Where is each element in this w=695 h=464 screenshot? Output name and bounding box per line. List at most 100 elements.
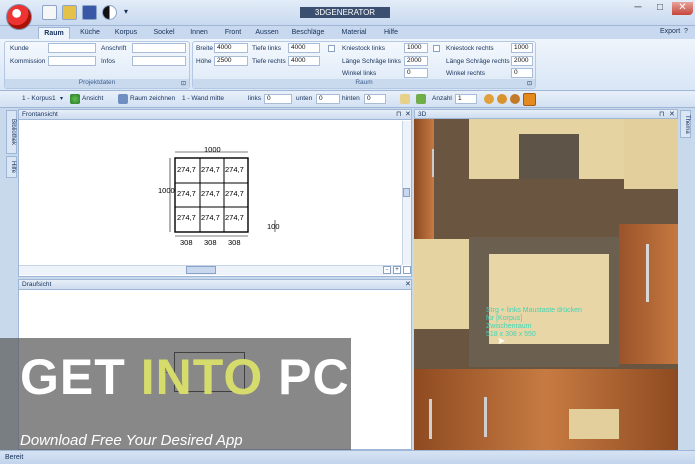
infos-label: Infos — [101, 58, 116, 65]
tab-sockel[interactable]: Sockel — [146, 27, 182, 39]
tab-aussen[interactable]: Aussen — [250, 27, 284, 39]
cell-dimension: 274,7 — [201, 165, 220, 174]
save-icon[interactable] — [82, 5, 97, 20]
kunde-label: Kunde — [10, 45, 29, 52]
kunde-field[interactable] — [48, 43, 96, 53]
cabinet-back-panel — [624, 119, 678, 189]
view3d-canvas[interactable]: Strg + links Maustaste drücken für [Korp… — [414, 119, 678, 450]
export-menu[interactable]: Export — [660, 28, 680, 35]
view3d-close-icon[interactable]: ✕ — [669, 110, 675, 118]
wand-select[interactable]: 1 - Wand mitte — [182, 95, 224, 102]
winkel-links-label: Winkel links — [342, 70, 377, 77]
kniestock-rechts-checkbox[interactable] — [433, 45, 440, 52]
app-menu-button[interactable] — [6, 4, 32, 30]
sidetab-hilfe[interactable]: Hilfe — [6, 156, 17, 178]
kommission-field[interactable] — [48, 56, 96, 66]
breite-field[interactable]: 4000 — [214, 43, 248, 53]
unten-field[interactable]: 0 — [316, 94, 340, 104]
help-icon[interactable]: ? — [684, 28, 688, 35]
sidetab-bibliothek[interactable]: Bibliothek — [6, 110, 17, 154]
zoom-in-icon[interactable]: + — [393, 266, 401, 274]
winkel-rechts-field[interactable]: 0 — [511, 68, 533, 78]
cell-dimension: 274,7 — [177, 189, 196, 198]
laenge-schraege-rechts-field[interactable]: 2000 — [511, 56, 533, 66]
raum-zeichnen-button[interactable]: Raum zeichnen — [130, 95, 175, 102]
tooltip-line: Zwischenraum — [486, 323, 532, 330]
maximize-button[interactable]: □ — [650, 2, 670, 15]
bottom-dimension: 308 — [204, 238, 217, 247]
cell-dimension: 274,7 — [225, 213, 244, 222]
tooltip-line: für [Korpus] — [486, 315, 523, 322]
hinten-field[interactable]: 0 — [364, 94, 386, 104]
cell-dimension: 274,7 — [225, 165, 244, 174]
hoehe-label: Höhe — [196, 58, 212, 65]
korpus-select[interactable]: 1 - Korpus1 — [22, 95, 56, 102]
yin-yang-icon[interactable] — [102, 5, 117, 20]
material-icon-1[interactable] — [484, 94, 494, 104]
anschrift-field[interactable] — [132, 43, 186, 53]
dialog-launcher-icon[interactable]: ⊡ — [181, 80, 186, 87]
grid-icon[interactable] — [400, 94, 410, 104]
draufsicht-close-icon[interactable]: ✕ — [405, 280, 411, 288]
korpus-dropdown-icon[interactable]: ▾ — [60, 95, 63, 102]
infos-field[interactable] — [132, 56, 186, 66]
ansicht-button[interactable]: Ansicht — [82, 95, 103, 102]
quick-access-dropdown-icon[interactable]: ▾ — [124, 7, 128, 16]
draufsicht-title: Draufsicht — [19, 280, 411, 290]
open-folder-icon[interactable] — [62, 5, 77, 20]
tiefe-links-label: Tiefe links — [252, 45, 282, 52]
width-dimension: 1000 — [204, 145, 221, 154]
watermark-title-a: GET — [20, 349, 141, 405]
kniestock-links-checkbox[interactable] — [328, 45, 335, 52]
cabinet-back-panel — [414, 239, 469, 329]
close-button[interactable]: ✕ — [672, 2, 693, 15]
zoom-fit-icon[interactable] — [403, 266, 411, 274]
highlight-tool-icon[interactable] — [523, 93, 536, 106]
kniestock-links-label: Kniestock links — [342, 45, 385, 52]
panel-close-icon[interactable]: ✕ — [405, 110, 411, 118]
raum-dialog-launcher-icon[interactable]: ⊡ — [527, 80, 532, 87]
tab-innen[interactable]: Innen — [184, 27, 214, 39]
links-field[interactable]: 0 — [264, 94, 292, 104]
zoom-out-icon[interactable]: - — [383, 266, 391, 274]
hover-tooltip: Strg + links Maustaste drücken für [Korp… — [486, 307, 582, 339]
door-handle — [432, 149, 434, 177]
tiefe-rechts-label: Tiefe rechts — [252, 58, 286, 65]
watermark-title: GET INTO PC — [20, 348, 350, 406]
kniestock-links-field[interactable]: 1000 — [404, 43, 428, 53]
pin-icon[interactable]: ⊓ — [396, 110, 401, 118]
view-icon — [70, 94, 80, 104]
mouse-cursor-icon: ➤ — [497, 336, 506, 347]
tab-material[interactable]: Material — [334, 27, 374, 39]
tab-raum[interactable]: Raum — [38, 27, 70, 39]
tab-korpus[interactable]: Korpus — [110, 27, 142, 39]
cell-dimension: 274,7 — [201, 213, 220, 222]
view3d-pin-icon[interactable]: ⊓ — [659, 110, 664, 118]
breite-label: Breite — [196, 45, 213, 52]
material-icon-2[interactable] — [497, 94, 507, 104]
bottom-dimension: 308 — [180, 238, 193, 247]
watermark-title-b: INTO — [140, 349, 264, 405]
arrow-icon[interactable] — [416, 94, 426, 104]
tab-beschlaege[interactable]: Beschläge — [288, 27, 328, 39]
hoehe-field[interactable]: 2500 — [214, 56, 248, 66]
material-icon-3[interactable] — [510, 94, 520, 104]
sidetab-thema[interactable]: Thema — [680, 110, 691, 138]
anzahl-field[interactable]: 1 — [455, 94, 477, 104]
winkel-links-field[interactable]: 0 — [404, 68, 428, 78]
laenge-schraege-links-field[interactable]: 2000 — [404, 56, 428, 66]
new-file-icon[interactable] — [42, 5, 57, 20]
kniestock-rechts-field[interactable]: 1000 — [511, 43, 533, 53]
front-vscroll-thumb[interactable] — [403, 188, 410, 197]
tiefe-rechts-field[interactable]: 4000 — [288, 56, 320, 66]
tiefe-links-field[interactable]: 4000 — [288, 43, 320, 53]
tab-kueche[interactable]: Küche — [74, 27, 106, 39]
view3d-title: 3D — [414, 109, 678, 119]
front-hscroll-thumb[interactable] — [186, 266, 216, 274]
tab-hilfe[interactable]: Hilfe — [376, 27, 406, 39]
tab-front[interactable]: Front — [218, 27, 248, 39]
anzahl-label: Anzahl — [432, 95, 452, 102]
minimize-button[interactable]: ─ — [628, 2, 648, 15]
bottom-dimension: 308 — [228, 238, 241, 247]
door-handle — [646, 244, 649, 302]
